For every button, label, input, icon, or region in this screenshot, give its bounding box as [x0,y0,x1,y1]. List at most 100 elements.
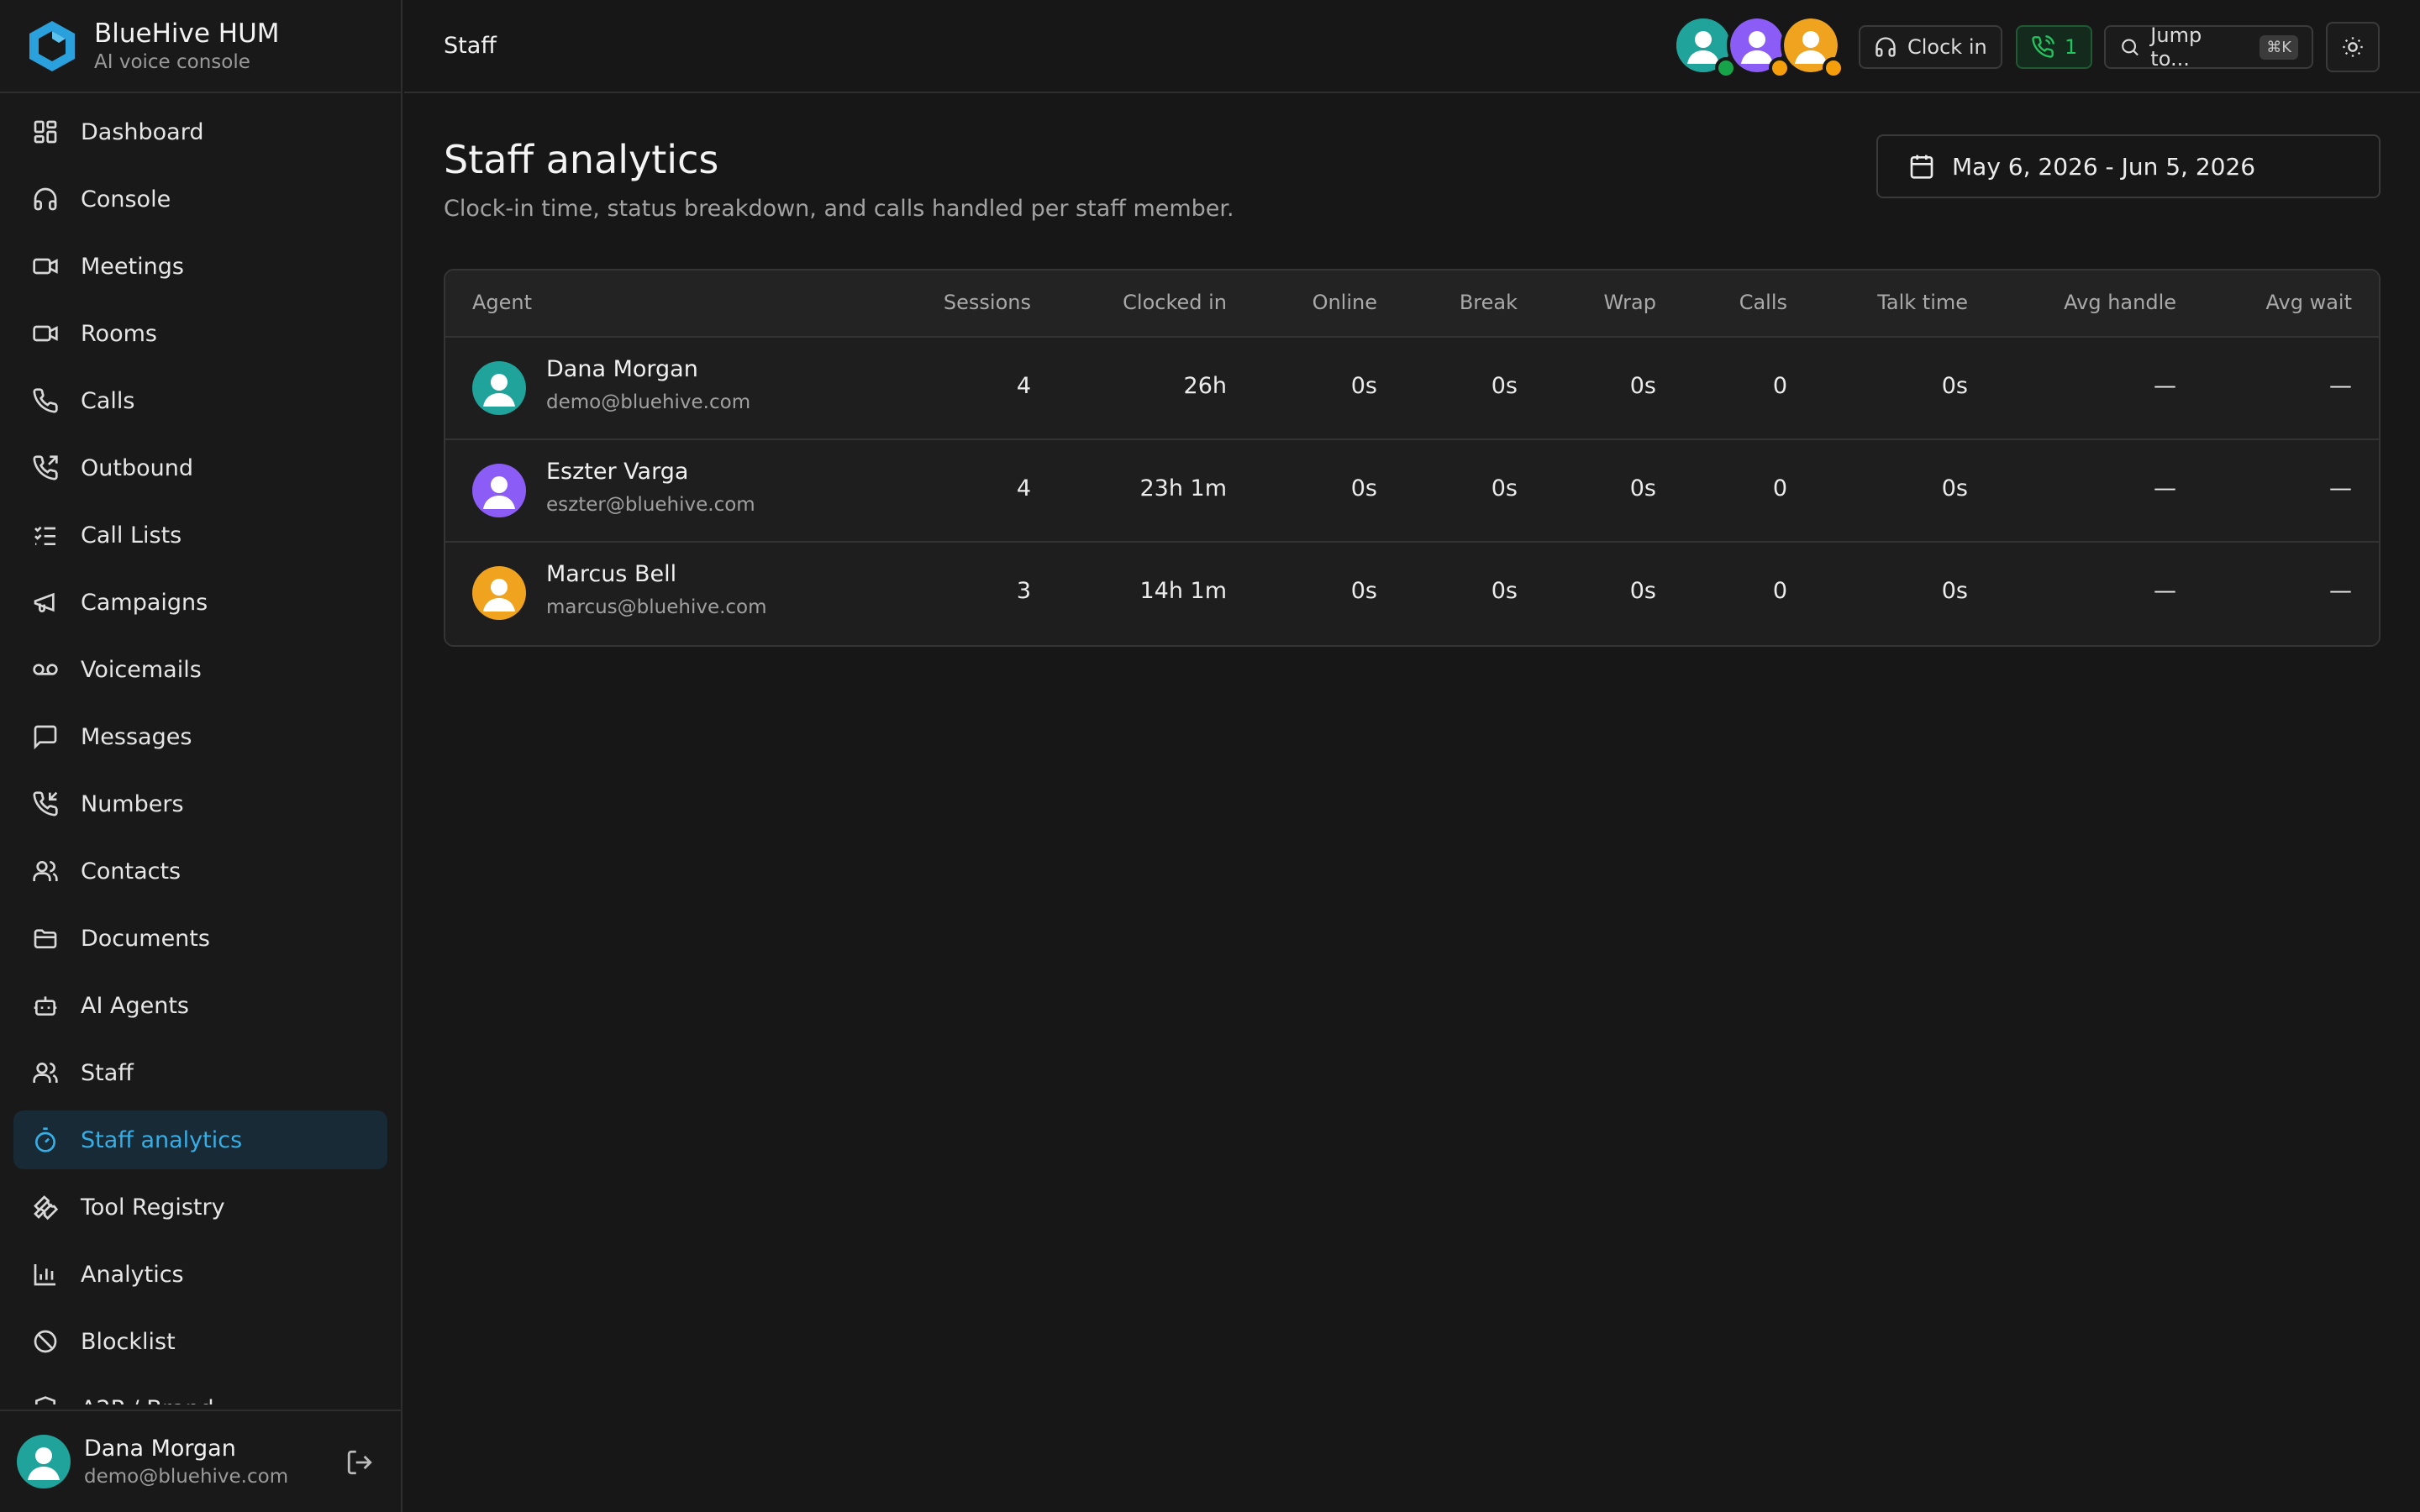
sidebar-item-label: Contacts [81,858,182,885]
table-row[interactable]: Eszter Varga eszter@bluehive.com 4 23h 1… [445,440,2379,543]
agent-name: Eszter Varga [546,459,689,485]
column-header-sessions[interactable]: Sessions [944,291,1031,314]
calls-value: 0 [1772,373,1787,399]
sidebar-item-numbers[interactable]: Numbers [13,774,387,833]
folder-icon [34,929,57,948]
sidebar-item-label: Blocklist [81,1328,176,1355]
sidebar-item-label: Staff [81,1059,134,1086]
column-header-calls[interactable]: Calls [1739,291,1787,314]
jump-to-search[interactable]: Jump to... ⌘K [2104,24,2313,71]
column-header-clocked-in[interactable]: Clocked in [1123,291,1227,314]
table-row[interactable]: Dana Morgan demo@bluehive.com 4 26h 0s 0… [445,338,2379,440]
brand[interactable]: BlueHive HUM AI voice console [0,0,401,93]
sidebar-item-label: Meetings [81,253,184,280]
wrap-value: 0s [1629,475,1656,501]
active-calls-badge[interactable]: 1 [2016,25,2093,69]
main-content: Staff analytics Clock-in time, status br… [404,95,2420,1512]
sidebar-item-label: Analytics [81,1261,184,1288]
sidebar-item-analytics[interactable]: Analytics [13,1245,387,1304]
sidebar-item-campaigns[interactable]: Campaigns [13,573,387,632]
table-header: Agent Sessions Clocked in Online Break W… [445,270,2379,338]
table-row[interactable]: Marcus Bell marcus@bluehive.com 3 14h 1m… [445,543,2379,645]
sidebar-item-tool-registry[interactable]: Tool Registry [13,1178,387,1236]
video-icon [33,258,58,275]
agent-email: marcus@bluehive.com [546,596,767,618]
logout-icon[interactable] [345,1448,374,1477]
sidebar-item-staff-analytics[interactable]: Staff analytics [13,1110,387,1169]
breadcrumb[interactable]: Staff [444,33,497,59]
column-header-break[interactable]: Break [1460,291,1518,314]
sidebar-item-a2p-brand[interactable]: A2P / Brand [13,1379,387,1404]
avg-handle-value: — [2154,373,2176,399]
video-icon [33,325,58,342]
sidebar-item-staff[interactable]: Staff [13,1043,387,1102]
sidebar-item-label: Staff analytics [81,1126,243,1153]
sidebar-item-label: Dashboard [81,118,204,145]
sidebar-item-label: Calls [81,387,135,414]
calendar-icon [1910,155,1933,179]
sidebar-item-meetings[interactable]: Meetings [13,237,387,296]
column-header-online[interactable]: Online [1313,291,1377,314]
sidebar-item-dashboard[interactable]: Dashboard [13,102,387,161]
phone-icon [33,388,58,413]
phone-call-icon [2032,35,2054,58]
phone-outgoing-icon [33,455,58,480]
sidebar-item-label: Numbers [81,790,184,817]
theme-toggle-button[interactable] [2326,22,2380,72]
avatar [472,464,526,517]
sidebar-item-label: Rooms [81,320,157,347]
date-range-label: May 6, 2026 - Jun 5, 2026 [1952,152,2256,181]
wrap-value: 0s [1629,578,1656,604]
ban-icon [34,1330,57,1353]
sidebar-item-console[interactable]: Console [13,170,387,228]
sidebar-item-label: Messages [81,723,192,750]
phone-incoming-icon [33,791,58,816]
sidebar-item-rooms[interactable]: Rooms [13,304,387,363]
sun-icon [2343,37,2363,57]
users-icon [33,1063,58,1083]
sessions-value: 4 [1016,475,1031,501]
bar-chart-icon [34,1264,55,1286]
column-header-avg-wait[interactable]: Avg wait [2266,291,2353,314]
clock-in-button[interactable]: Clock in [1859,25,2002,69]
sidebar-item-outbound[interactable]: Outbound [13,438,387,497]
presence-avatars[interactable] [1673,15,1858,82]
sidebar-item-voicemails[interactable]: Voicemails [13,640,387,699]
column-header-talk-time[interactable]: Talk time [1877,291,1968,314]
sidebar-item-label: Voicemails [81,656,202,683]
column-header-avg-handle[interactable]: Avg handle [2064,291,2176,314]
avatar [472,361,526,415]
talk-time-value: 0s [1941,373,1968,399]
sidebar-item-calls[interactable]: Calls [13,371,387,430]
sidebar-item-label: AI Agents [81,992,190,1019]
online-value: 0s [1350,475,1377,501]
sidebar-item-ai-agents[interactable]: AI Agents [13,976,387,1035]
sidebar-item-label: Console [81,186,171,213]
megaphone-icon [34,592,55,612]
column-header-agent[interactable]: Agent [472,291,532,314]
app-name: BlueHive HUM [94,18,280,49]
break-value: 0s [1491,373,1518,399]
agent-name: Marcus Bell [546,561,677,587]
avatar [472,566,526,620]
sidebar-user-name: Dana Morgan [84,1436,236,1462]
sidebar-item-call-lists[interactable]: Call Lists [13,506,387,564]
bot-icon [34,996,57,1016]
sidebar-item-label: Documents [81,925,210,952]
sidebar-item-documents[interactable]: Documents [13,909,387,968]
date-range-picker[interactable]: May 6, 2026 - Jun 5, 2026 [1876,134,2381,198]
sidebar-item-blocklist[interactable]: Blocklist [13,1312,387,1371]
sidebar-item-contacts[interactable]: Contacts [13,842,387,900]
column-header-wrap[interactable]: Wrap [1604,291,1656,314]
avatar [17,1435,71,1488]
list-checks-icon [34,526,55,545]
users-icon [33,861,58,881]
calls-value: 0 [1772,475,1787,501]
sidebar-item-messages[interactable]: Messages [13,707,387,766]
avg-wait-value: — [2329,578,2352,604]
shield-icon [35,1396,55,1404]
avg-wait-value: — [2329,475,2352,501]
sidebar-item-label: Tool Registry [81,1194,225,1221]
wrench-icon [34,1195,59,1221]
sidebar-user-email: demo@bluehive.com [84,1466,289,1488]
